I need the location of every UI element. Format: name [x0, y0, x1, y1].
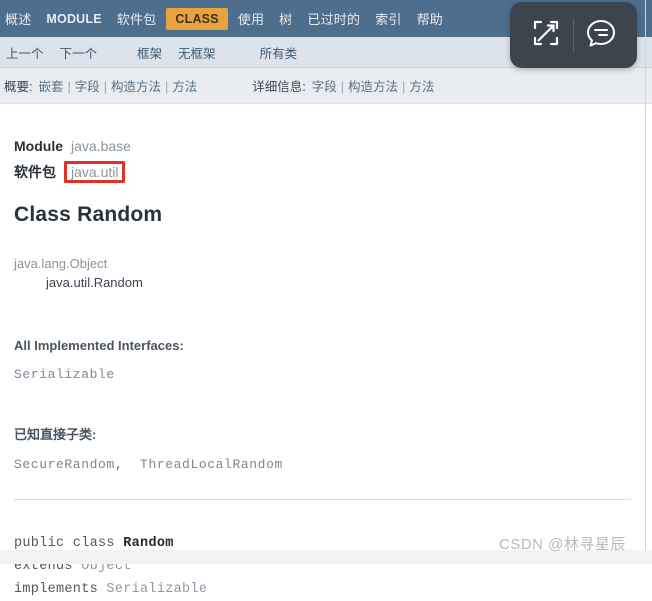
direct-subclasses-heading: 已知直接子类:	[14, 427, 97, 442]
floating-control-panel	[510, 2, 637, 68]
page-title: Class Random	[14, 203, 163, 226]
summary-link-field[interactable]: 字段	[75, 76, 100, 95]
subclass-link-securerandom[interactable]: SecureRandom	[14, 457, 115, 472]
detail-link-field[interactable]: 字段	[312, 76, 337, 95]
inheritance-superclass[interactable]: java.lang.Object	[14, 256, 107, 271]
inheritance-current-class: java.util.Random	[46, 275, 143, 290]
detail-separator-2: |	[402, 80, 406, 94]
module-row: Module java.base	[14, 136, 631, 156]
package-highlight-annotation: java.util	[64, 161, 126, 183]
summary-label: 概要:	[4, 80, 33, 94]
detail-link-constructor[interactable]: 构造方法	[348, 76, 398, 95]
javadoc-page: 概述 MODULE 软件包 CLASS 使用 树 已过时的 索引 帮助 上一个 …	[0, 0, 652, 597]
declaration-line-3: implements Serializable	[14, 578, 631, 601]
subclass-separator: ,	[114, 457, 141, 472]
summary-separator-2: |	[103, 80, 108, 94]
module-value[interactable]: java.base	[71, 136, 131, 156]
summary-separator-3: |	[165, 80, 169, 94]
section-divider	[14, 499, 631, 500]
interface-link-serializable[interactable]: Serializable	[14, 367, 115, 382]
declaration-interface[interactable]: Serializable	[106, 582, 207, 597]
csdn-watermark: CSDN @林寻星辰	[499, 536, 626, 553]
nav-item-tree[interactable]: 树	[274, 6, 297, 31]
package-row: 软件包 java.util	[14, 161, 631, 183]
summary-link-nested[interactable]: 嵌套	[38, 76, 63, 95]
page-right-border	[645, 0, 646, 550]
implemented-interfaces-heading: All Implemented Interfaces:	[14, 338, 184, 353]
subclass-link-threadlocalrandom[interactable]: ThreadLocalRandom	[140, 457, 283, 472]
detail-link-method[interactable]: 方法	[409, 76, 434, 95]
nav-item-class[interactable]: CLASS	[166, 7, 228, 30]
nav-no-frames-link[interactable]: 无框架	[178, 43, 216, 62]
summary-link-method[interactable]: 方法	[172, 76, 197, 95]
nav-next-link[interactable]: 下一个	[60, 43, 98, 62]
summary-link-constructor[interactable]: 构造方法	[111, 76, 161, 95]
detail-label: 详细信息:	[252, 80, 306, 94]
nav-frames-link[interactable]: 框架	[137, 43, 162, 62]
nav-item-use[interactable]: 使用	[233, 6, 269, 31]
detail-separator-1: |	[340, 80, 345, 94]
inheritance-tree: java.lang.Object java.util.Random	[14, 254, 631, 292]
comment-icon	[585, 17, 617, 54]
declaration-implements-keyword: implements	[14, 582, 99, 597]
declaration-class-name: Random	[123, 536, 174, 551]
nav-item-package[interactable]: 软件包	[112, 6, 162, 31]
package-label: 软件包	[14, 164, 56, 180]
nav-prev-link[interactable]: 上一个	[6, 43, 44, 62]
package-value[interactable]: java.util	[71, 164, 118, 180]
implemented-interfaces-list: Serializable	[14, 367, 631, 382]
nav-item-help[interactable]: 帮助	[412, 6, 448, 31]
summary-separator-1: |	[67, 80, 71, 94]
module-label: Module	[14, 138, 63, 154]
nav-item-module[interactable]: MODULE	[41, 9, 106, 29]
nav-all-classes-link[interactable]: 所有类	[260, 43, 298, 62]
detail-group: 详细信息: 字段 | 构造方法 | 方法	[252, 76, 434, 95]
summary-group: 概要: 嵌套 | 字段 | 构造方法 | 方法	[4, 76, 197, 95]
declaration-modifier: public class	[14, 536, 115, 551]
summary-detail-bar: 概要: 嵌套 | 字段 | 构造方法 | 方法 详细信息: 字段 | 构造方法 …	[0, 68, 652, 104]
nav-item-overview[interactable]: 概述	[0, 6, 36, 31]
direct-subclasses-list: SecureRandom, ThreadLocalRandom	[14, 457, 631, 472]
nav-item-deprecated[interactable]: 已过时的	[302, 6, 365, 31]
class-documentation-body: Module java.base 软件包 java.util Class Ran…	[0, 104, 645, 597]
nav-item-index[interactable]: 索引	[370, 6, 406, 31]
expand-icon	[531, 18, 561, 53]
expand-button[interactable]	[519, 2, 573, 68]
comment-button[interactable]	[574, 2, 628, 68]
